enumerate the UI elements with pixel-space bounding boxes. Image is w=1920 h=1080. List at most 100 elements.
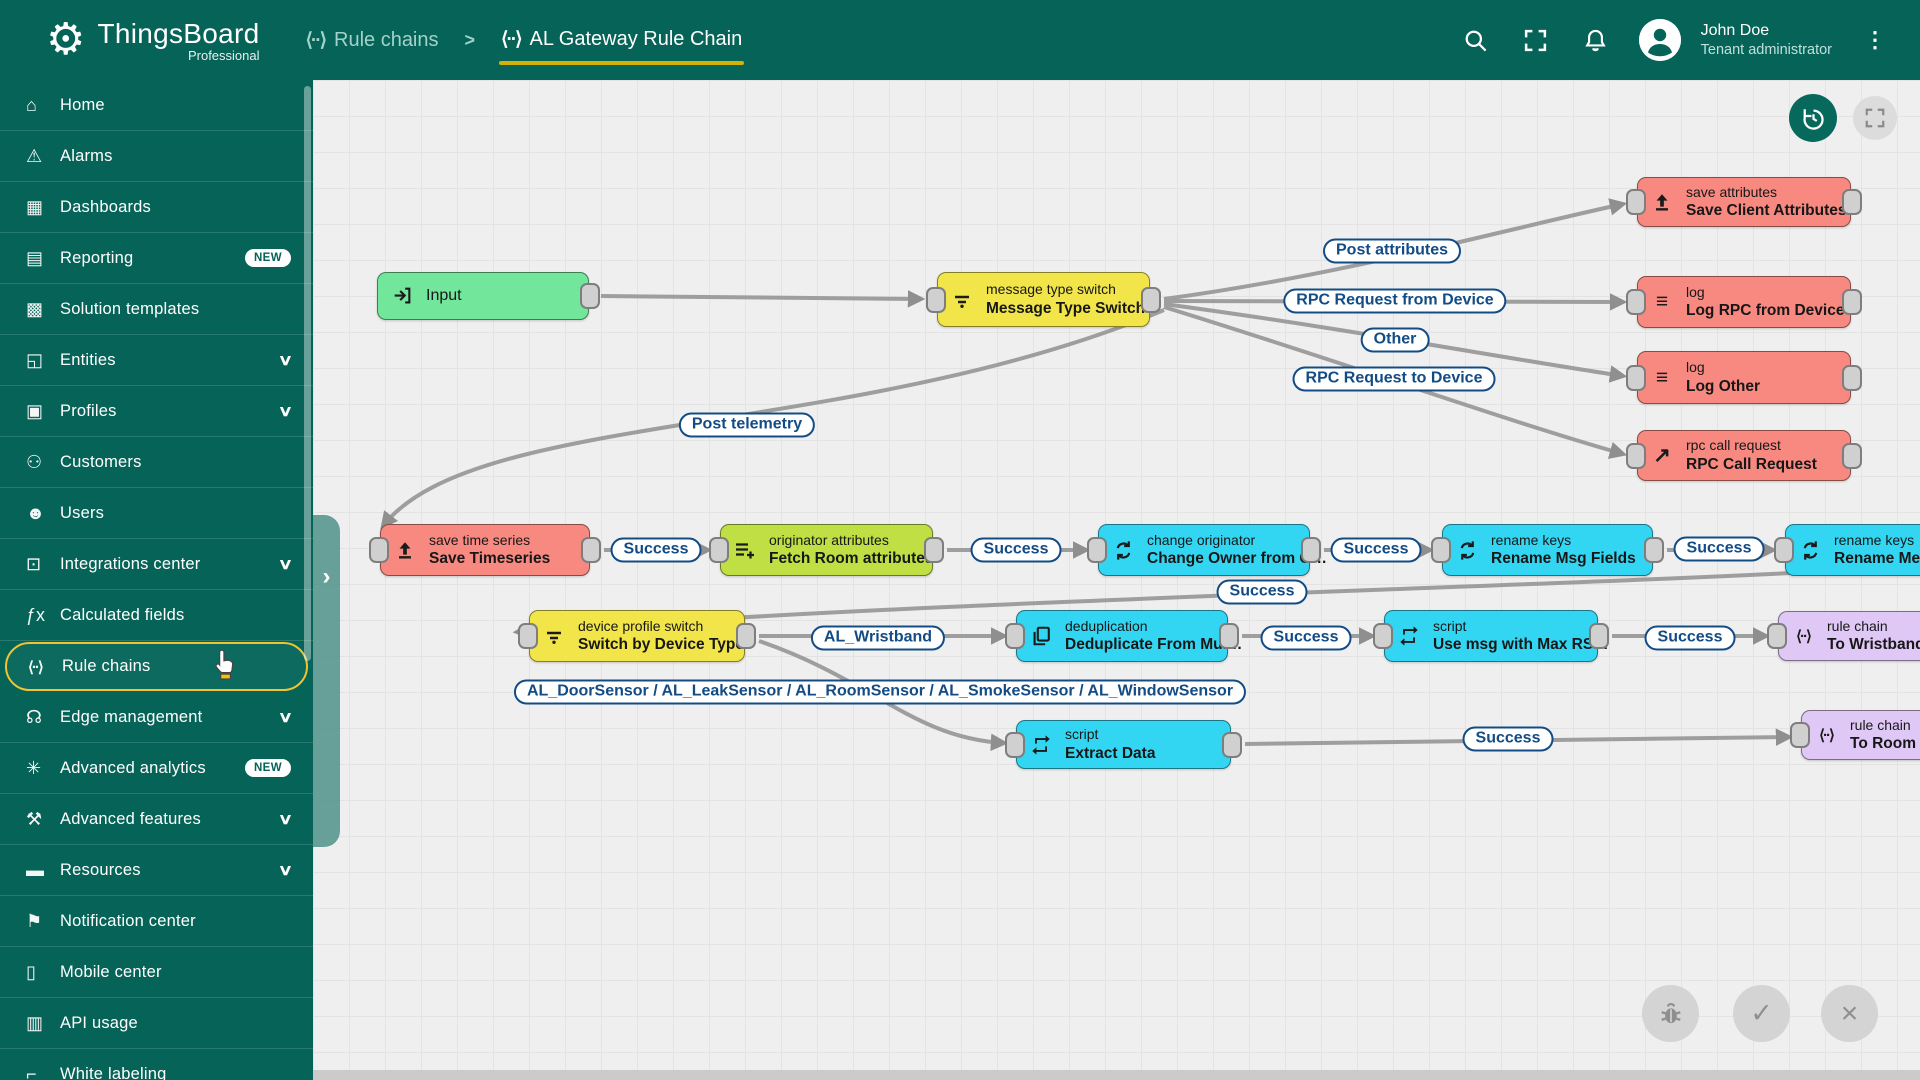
apply-changes-button[interactable]: ✓	[1733, 985, 1790, 1042]
node-save_timeseries[interactable]: save time seriesSave Timeseries	[380, 524, 590, 576]
left-port[interactable]	[1626, 365, 1646, 391]
sidebar-item-profiles[interactable]: ▣Profiles∨	[0, 386, 313, 437]
left-port[interactable]	[1626, 443, 1646, 469]
right-port[interactable]	[1301, 537, 1321, 563]
left-port[interactable]	[1790, 722, 1810, 748]
node-msg_switch[interactable]: message type switchMessage Type Switch	[937, 272, 1150, 327]
right-port[interactable]	[1842, 189, 1862, 215]
left-port[interactable]	[709, 537, 729, 563]
node-change_owner[interactable]: change originatorChange Owner from G…	[1098, 524, 1310, 576]
user-block[interactable]: John Doe Tenant administrator	[1701, 21, 1832, 59]
left-port[interactable]	[1431, 537, 1451, 563]
edge-label-other[interactable]: Other	[1361, 328, 1430, 353]
right-port[interactable]	[1141, 287, 1161, 313]
breadcrumb-current[interactable]: ⟨··⟩ AL Gateway Rule Chain	[501, 28, 742, 53]
left-port[interactable]	[1626, 289, 1646, 315]
left-port[interactable]	[1005, 732, 1025, 758]
node-save_client_attributes[interactable]: save attributesSave Client Attributes	[1637, 177, 1851, 227]
sidebar-item-dashboards[interactable]: ▦Dashboards	[0, 182, 313, 233]
left-port[interactable]	[518, 623, 538, 649]
edge-label-success_5[interactable]: Success	[1217, 580, 1308, 605]
node-rpc_call_request[interactable]: ↗rpc call requestRPC Call Request	[1637, 430, 1851, 481]
node-to_room_devices[interactable]: ⟨··⟩rule chainTo Room Devi	[1801, 710, 1920, 760]
sidebar-item-users[interactable]: ☻Users	[0, 488, 313, 539]
edge-label-sensor_types[interactable]: AL_DoorSensor / AL_LeakSensor / AL_RoomS…	[514, 680, 1246, 705]
right-port[interactable]	[924, 537, 944, 563]
edge-label-success_1[interactable]: Success	[611, 538, 702, 563]
rule-chain-canvas[interactable]: ✓ × Input message type switchMessage Type…	[313, 80, 1920, 1070]
left-port[interactable]	[1626, 189, 1646, 215]
left-port[interactable]	[1774, 537, 1794, 563]
breadcrumb-rule-chains[interactable]: ⟨··⟩ Rule chains	[306, 29, 439, 52]
sidebar-item-reporting[interactable]: ▤ReportingNEW	[0, 233, 313, 284]
right-port[interactable]	[1644, 537, 1664, 563]
search-icon[interactable]	[1459, 23, 1493, 57]
node-fetch_room_attributes[interactable]: originator attributesFetch Room attribut…	[720, 524, 933, 576]
left-port[interactable]	[369, 537, 389, 563]
discard-changes-button[interactable]: ×	[1821, 985, 1878, 1042]
left-port[interactable]	[926, 287, 946, 313]
sidebar-item-white-labeling[interactable]: ⌐White labeling	[0, 1049, 313, 1080]
left-port[interactable]	[1373, 623, 1393, 649]
sidebar-item-rule-chains[interactable]: ⟨··⟩Rule chains	[5, 642, 308, 691]
fullscreen-icon[interactable]	[1519, 23, 1553, 57]
sidebar-item-home[interactable]: ⌂Home	[0, 80, 313, 131]
right-port[interactable]	[1842, 443, 1862, 469]
sidebar-item-advanced-features[interactable]: ⚒Advanced features∨	[0, 794, 313, 845]
node-extract_data[interactable]: scriptExtract Data	[1016, 720, 1231, 769]
sidebar-item-alarms[interactable]: ⚠Alarms	[0, 131, 313, 182]
sidebar-item-advanced-analytics[interactable]: ✳Advanced analyticsNEW	[0, 743, 313, 794]
horizontal-scrollbar[interactable]	[313, 1070, 1920, 1080]
right-port[interactable]	[1842, 365, 1862, 391]
right-port[interactable]	[1222, 732, 1242, 758]
sidebar-item-calculated-fields[interactable]: ƒxCalculated fields	[0, 590, 313, 641]
edge-label-rpc_request_from_device[interactable]: RPC Request from Device	[1283, 289, 1506, 314]
right-port[interactable]	[1842, 289, 1862, 315]
canvas-fullscreen-button[interactable]	[1853, 96, 1897, 140]
sidebar-item-integrations-center[interactable]: ⊡Integrations center∨	[0, 539, 313, 590]
node-log_rpc_from_device[interactable]: ≡logLog RPC from Device	[1637, 276, 1851, 328]
sidebar-item-api-usage[interactable]: ▥API usage	[0, 998, 313, 1049]
edge-label-success_3[interactable]: Success	[1331, 538, 1422, 563]
node-rename_msg_fields[interactable]: rename keysRename Msg Fields	[1442, 524, 1653, 576]
node-use_msg_max_rssi[interactable]: scriptUse msg with Max RSSI	[1384, 610, 1598, 662]
sidebar-item-notification-center[interactable]: ⚑Notification center	[0, 896, 313, 947]
sidebar-expand-tab[interactable]: ›	[313, 515, 340, 847]
right-port[interactable]	[1219, 623, 1239, 649]
sidebar-item-entities[interactable]: ◱Entities∨	[0, 335, 313, 386]
notifications-bell-icon[interactable]	[1579, 23, 1613, 57]
right-port[interactable]	[1589, 623, 1609, 649]
left-port[interactable]	[1087, 537, 1107, 563]
debug-mode-button[interactable]	[1642, 985, 1699, 1042]
right-port[interactable]	[580, 283, 600, 309]
node-deduplicate[interactable]: deduplicationDeduplicate From Mul…	[1016, 610, 1228, 662]
node-input[interactable]: Input	[377, 272, 589, 320]
sidebar-scrollbar[interactable]	[304, 86, 311, 661]
left-port[interactable]	[1005, 623, 1025, 649]
edge-label-post_attributes[interactable]: Post attributes	[1323, 239, 1461, 264]
edge-label-success_2[interactable]: Success	[971, 538, 1062, 563]
edge-label-post_telemetry[interactable]: Post telemetry	[679, 413, 815, 438]
edge-label-success_4[interactable]: Success	[1674, 537, 1765, 562]
more-menu-icon[interactable]: ⋮	[1858, 27, 1892, 53]
sidebar-item-edge-management[interactable]: ☊Edge management∨	[0, 692, 313, 743]
node-log_other[interactable]: ≡logLog Other	[1637, 351, 1851, 404]
sidebar-item-mobile-center[interactable]: ▯Mobile center	[0, 947, 313, 998]
edge-label-rpc_request_to_device[interactable]: RPC Request to Device	[1293, 367, 1496, 392]
sidebar-item-solution-templates[interactable]: ▩Solution templates	[0, 284, 313, 335]
edge-label-success_6[interactable]: Success	[1261, 626, 1352, 651]
edge-input-to-msg_switch[interactable]	[601, 296, 921, 299]
edge-label-al_wristband[interactable]: AL_Wristband	[811, 626, 945, 651]
avatar[interactable]	[1639, 19, 1681, 61]
sidebar-item-resources[interactable]: ▬Resources∨	[0, 845, 313, 896]
left-port[interactable]	[1767, 623, 1787, 649]
right-port[interactable]	[581, 537, 601, 563]
edge-label-success_8[interactable]: Success	[1463, 727, 1554, 752]
version-history-button[interactable]	[1789, 94, 1837, 142]
node-to_wristband[interactable]: ⟨··⟩rule chainTo Wristband P	[1778, 611, 1920, 661]
thingsboard-logo[interactable]: ⚙ ThingsBoard Professional	[46, 18, 260, 63]
node-rename_metadata[interactable]: rename keysRename Metad	[1785, 524, 1920, 576]
right-port[interactable]	[736, 623, 756, 649]
node-switch_by_device_type[interactable]: device profile switchSwitch by Device Ty…	[529, 610, 745, 662]
edge-label-success_7[interactable]: Success	[1645, 626, 1736, 651]
